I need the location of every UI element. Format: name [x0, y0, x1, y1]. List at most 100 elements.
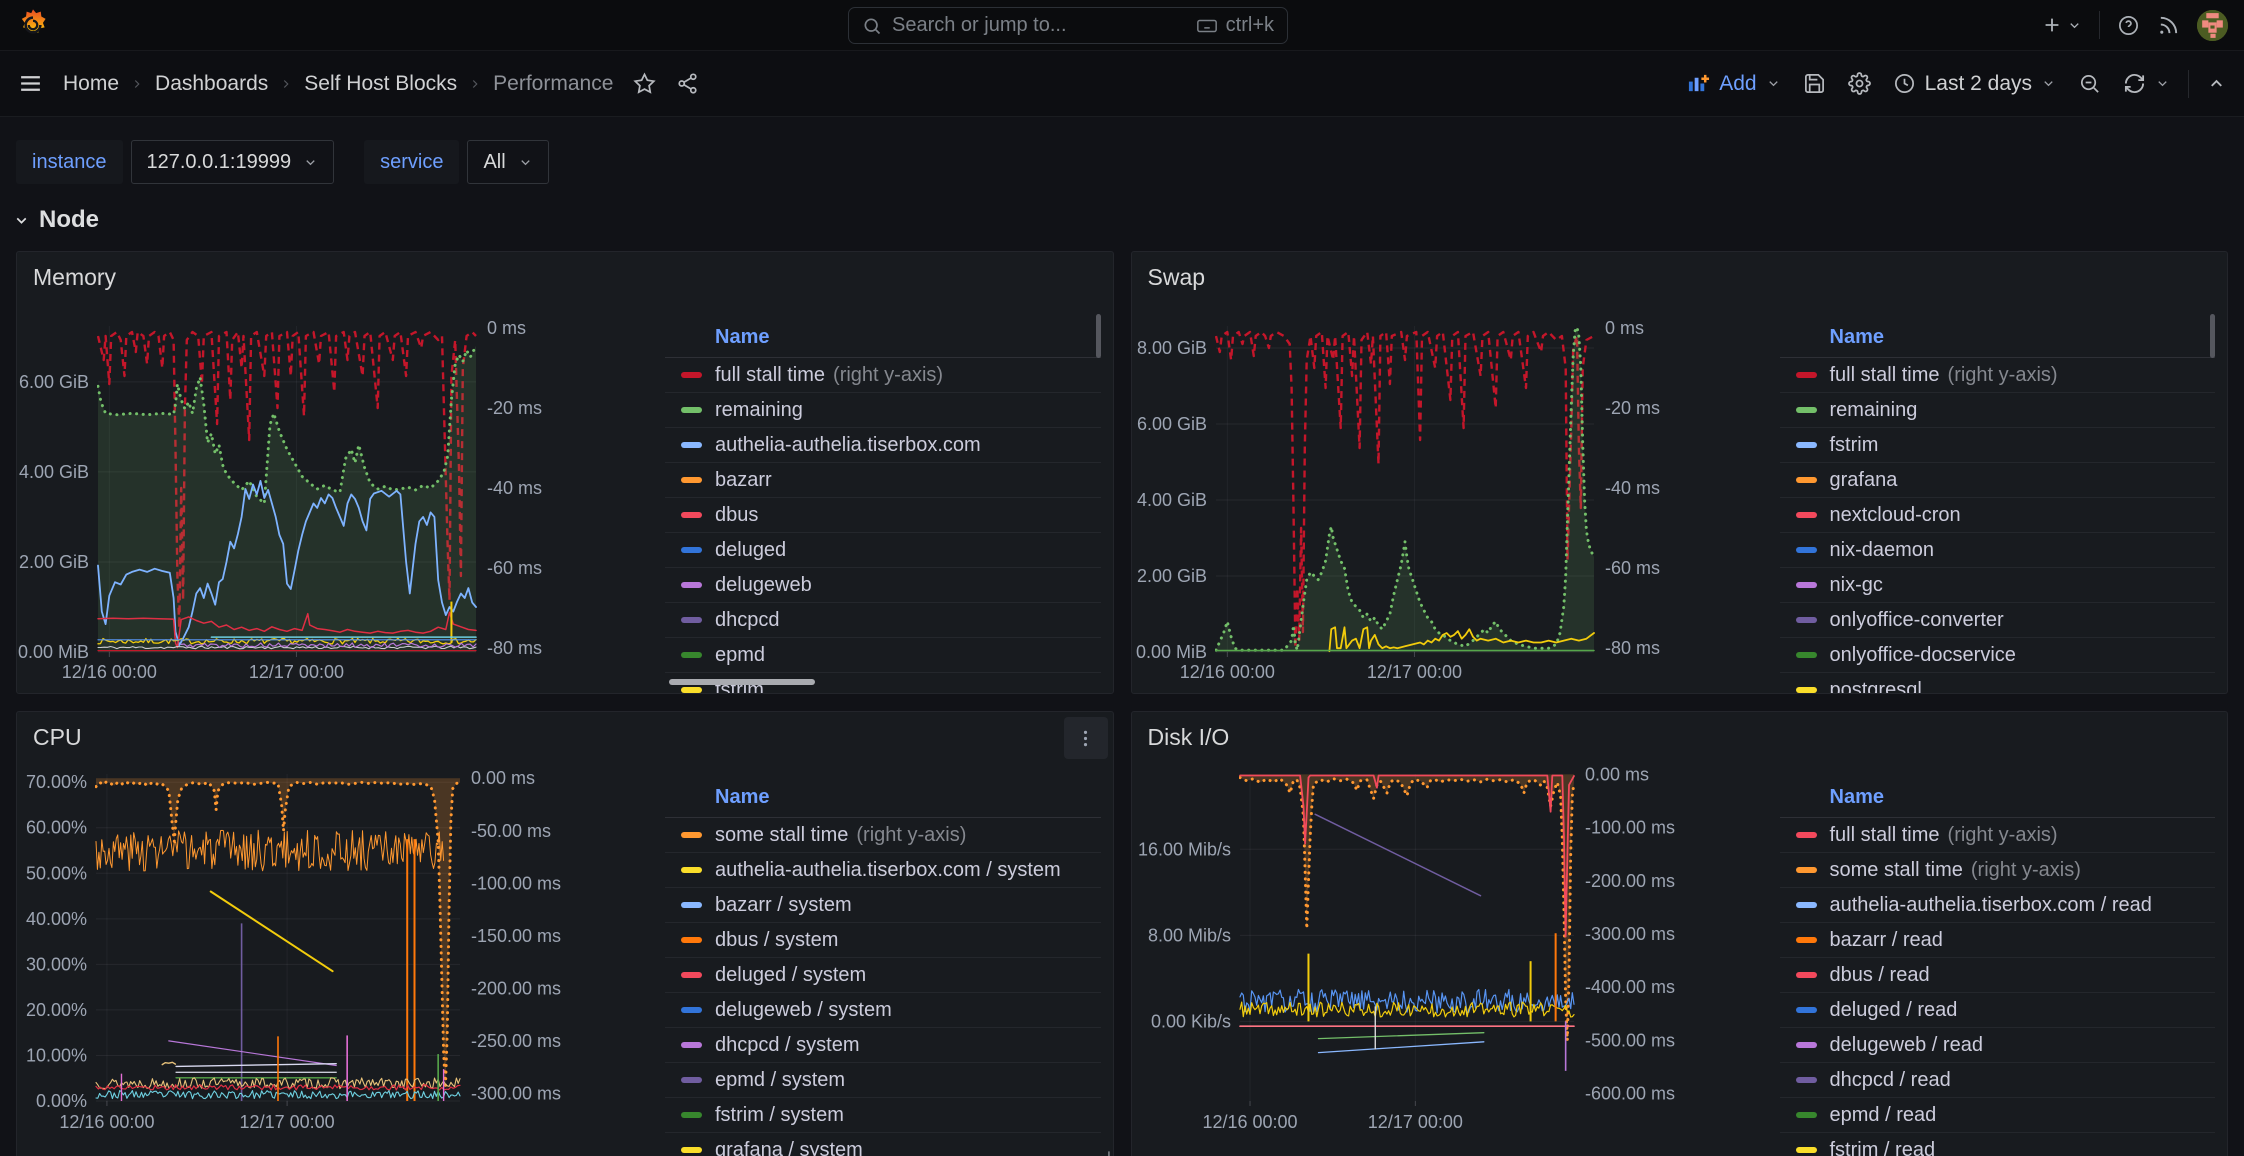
row-node-toggle[interactable]: Node — [13, 206, 2244, 234]
legend-row[interactable]: nix-gc — [1780, 568, 2216, 603]
legend-row[interactable]: epmd / system — [665, 1063, 1101, 1098]
legend-row[interactable]: delugeweb / system — [665, 993, 1101, 1028]
legend-name-header[interactable]: Name — [665, 756, 1101, 818]
swap-chart[interactable]: 8.00 GiB6.00 GiB4.00 GiB2.00 GiB0.00 MiB… — [1132, 296, 1788, 694]
legend-name-header[interactable]: Name — [1780, 296, 2216, 358]
legend-row[interactable]: dhcpcd / system — [665, 1028, 1101, 1063]
share-button[interactable] — [676, 72, 699, 95]
legend-row[interactable]: delugeweb / read — [1780, 1028, 2216, 1063]
legend-row[interactable]: authelia-authelia.tiserbox.com / read — [1780, 888, 2216, 923]
legend-vertical-scrollbar[interactable] — [1096, 314, 1101, 358]
legend-row[interactable]: deluged / read — [1780, 993, 2216, 1028]
svg-text:-50.00 ms: -50.00 ms — [471, 821, 551, 841]
series-label: nix-daemon — [1830, 539, 1935, 562]
legend-row[interactable]: epmd — [665, 638, 1101, 673]
panel-resize-handle[interactable] — [1097, 1146, 1110, 1156]
legend-row[interactable]: some stall time(right y-axis) — [1780, 853, 2216, 888]
disk-io-chart[interactable]: 16.00 Mib/s8.00 Mib/s0.00 Kib/s0.00 ms-1… — [1132, 756, 1788, 1156]
series-label: delugeweb / read — [1830, 1034, 1983, 1057]
series-label: authelia-authelia.tiserbox.com — [715, 434, 981, 457]
dashboard-settings-button[interactable] — [1844, 66, 1875, 101]
svg-text:6.00 GiB: 6.00 GiB — [19, 372, 89, 392]
help-button[interactable] — [2117, 14, 2140, 37]
legend-horizontal-scrollbar[interactable] — [669, 679, 815, 685]
collapse-toolbar-button[interactable] — [2203, 68, 2230, 99]
legend-name-header[interactable]: Name — [665, 296, 1101, 358]
breadcrumb-separator — [468, 77, 482, 91]
legend-row[interactable]: bazarr — [665, 463, 1101, 498]
legend-row[interactable]: nextcloud-cron — [1780, 498, 2216, 533]
legend-row[interactable]: bazarr / system — [665, 888, 1101, 923]
series-label: full stall time — [1830, 824, 1940, 847]
cpu-chart[interactable]: 70.00%60.00%50.00%40.00%30.00%20.00%10.0… — [17, 756, 673, 1156]
series-color-swatch — [681, 582, 702, 588]
add-panel-button[interactable]: Add — [1683, 66, 1784, 102]
legend-row[interactable]: fstrim — [1780, 428, 2216, 463]
help-icon — [2117, 14, 2140, 37]
variable-service-label[interactable]: service — [364, 140, 459, 184]
refresh-button[interactable] — [2119, 66, 2174, 101]
legend-row[interactable]: fstrim / read — [1780, 1133, 2216, 1156]
legend-row[interactable]: postgresql — [1780, 673, 2216, 693]
legend-row[interactable]: dhcpcd — [665, 603, 1101, 638]
legend-name-header[interactable]: Name — [1780, 756, 2216, 818]
legend-row[interactable]: bazarr / read — [1780, 923, 2216, 958]
chevron-down-icon — [1766, 76, 1781, 91]
series-label: dhcpcd / read — [1830, 1069, 1951, 1092]
legend-row[interactable]: authelia-authelia.tiserbox.com / system — [665, 853, 1101, 888]
series-label: dhcpcd — [715, 609, 780, 632]
legend-row[interactable]: grafana / system — [665, 1133, 1101, 1156]
memory-chart[interactable]: 6.00 GiB4.00 GiB2.00 GiB0.00 MiB0 ms-20 … — [17, 296, 673, 694]
variable-instance-select[interactable]: 127.0.0.1:19999 — [131, 140, 335, 184]
menu-toggle-button[interactable] — [12, 65, 49, 102]
legend-vertical-scrollbar[interactable] — [2210, 314, 2215, 358]
search-input[interactable]: Search or jump to... ctrl+k — [848, 7, 1288, 44]
series-label: dbus / system — [715, 929, 838, 952]
favorite-star-button[interactable] — [633, 72, 656, 95]
series-label: remaining — [1830, 399, 1918, 422]
series-color-swatch — [681, 1077, 702, 1083]
news-button[interactable] — [2157, 14, 2180, 37]
legend-row[interactable]: onlyoffice-converter — [1780, 603, 2216, 638]
panel-menu-button[interactable] — [1064, 717, 1108, 759]
breadcrumb-dashboards[interactable]: Dashboards — [155, 72, 268, 96]
legend-row[interactable]: dbus — [665, 498, 1101, 533]
legend-row[interactable]: full stall time(right y-axis) — [665, 358, 1101, 393]
row-node-title: Node — [39, 206, 99, 234]
legend-row[interactable]: remaining — [1780, 393, 2216, 428]
series-color-swatch — [1796, 652, 1817, 658]
svg-text:70.00%: 70.00% — [26, 772, 87, 792]
legend-row[interactable]: nix-daemon — [1780, 533, 2216, 568]
legend-row[interactable]: onlyoffice-docservice — [1780, 638, 2216, 673]
legend-row[interactable]: deluged / system — [665, 958, 1101, 993]
legend-row[interactable]: some stall time(right y-axis) — [665, 818, 1101, 853]
zoom-out-time-button[interactable] — [2074, 66, 2105, 101]
series-label: dbus / read — [1830, 964, 1930, 987]
legend-row[interactable]: fstrim / system — [665, 1098, 1101, 1133]
legend-row[interactable]: authelia-authelia.tiserbox.com — [665, 428, 1101, 463]
variable-service-select[interactable]: All — [467, 140, 548, 184]
series-axis-note: (right y-axis) — [833, 364, 943, 387]
series-color-swatch — [1796, 937, 1817, 943]
new-button[interactable] — [2041, 14, 2082, 36]
legend-row[interactable]: deluged — [665, 533, 1101, 568]
breadcrumb-home[interactable]: Home — [63, 72, 119, 96]
breadcrumb-folder[interactable]: Self Host Blocks — [304, 72, 457, 96]
avatar[interactable] — [2197, 10, 2228, 41]
legend-row[interactable]: full stall time(right y-axis) — [1780, 818, 2216, 853]
series-color-swatch — [681, 1007, 702, 1013]
legend-row[interactable]: dbus / system — [665, 923, 1101, 958]
time-range-picker[interactable]: Last 2 days — [1889, 66, 2060, 102]
grafana-logo[interactable] — [16, 8, 50, 42]
svg-text:12/16 00:00: 12/16 00:00 — [62, 662, 157, 682]
legend-row[interactable]: dbus / read — [1780, 958, 2216, 993]
legend-row[interactable]: delugeweb — [665, 568, 1101, 603]
legend-row[interactable]: full stall time(right y-axis) — [1780, 358, 2216, 393]
variable-instance-label[interactable]: instance — [16, 140, 123, 184]
legend-row[interactable]: grafana — [1780, 463, 2216, 498]
legend-row[interactable]: remaining — [665, 393, 1101, 428]
zoom-out-icon — [2078, 72, 2101, 95]
save-dashboard-button[interactable] — [1799, 66, 1830, 101]
legend-row[interactable]: dhcpcd / read — [1780, 1063, 2216, 1098]
legend-row[interactable]: epmd / read — [1780, 1098, 2216, 1133]
